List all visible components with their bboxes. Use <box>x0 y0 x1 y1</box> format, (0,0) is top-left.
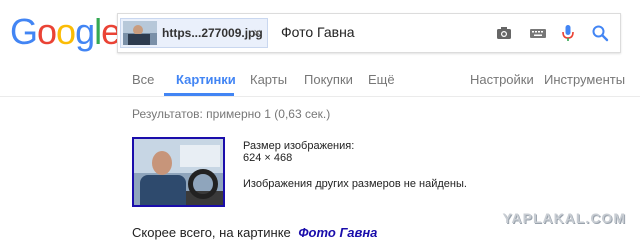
image-query-chip[interactable]: https...277009.jpg × <box>120 18 268 48</box>
active-tab-indicator <box>164 93 234 96</box>
results-stats: Результатов: примерно 1 (0,63 сек.) <box>132 107 331 121</box>
image-size-value: 624 × 468 <box>243 152 293 164</box>
tab-images[interactable]: Картинки <box>176 72 236 87</box>
best-guess-link[interactable]: Фото Гавна <box>298 225 377 240</box>
search-input[interactable]: Фото Гавна <box>281 24 355 40</box>
logo-letter: o <box>37 11 57 52</box>
no-other-sizes-text: Изображения других размеров не найдены. <box>243 178 467 190</box>
image-size-info: Размер изображения: 624 × 468 <box>243 140 354 164</box>
tab-all[interactable]: Все <box>132 72 154 87</box>
camera-icon[interactable] <box>494 23 514 43</box>
search-box[interactable]: https...277009.jpg × Фото Гавна <box>117 13 621 53</box>
tab-maps[interactable]: Карты <box>250 72 287 87</box>
logo-letter: o <box>56 11 76 52</box>
search-header: Google https...277009.jpg × Фото Гавна В… <box>0 0 640 97</box>
result-image-thumbnail[interactable] <box>132 137 225 207</box>
close-icon[interactable]: × <box>253 25 261 40</box>
tab-more[interactable]: Ещё <box>368 72 395 87</box>
watermark: YAPLAKAL.COM <box>502 210 626 226</box>
search-tabs: Все Картинки Карты Покупки Ещё Настройки… <box>0 60 640 96</box>
tab-settings[interactable]: Настройки <box>470 72 534 87</box>
tab-tools[interactable]: Инструменты <box>544 72 625 87</box>
google-logo[interactable]: Google <box>10 11 121 52</box>
image-query-filename: https...277009.jpg <box>162 26 263 40</box>
search-icon[interactable] <box>590 23 610 43</box>
logo-letter: g <box>75 11 95 52</box>
microphone-icon[interactable] <box>558 23 578 43</box>
logo-letter: l <box>94 11 102 52</box>
tab-shopping[interactable]: Покупки <box>304 72 353 87</box>
image-query-thumbnail <box>123 21 157 45</box>
keyboard-icon[interactable] <box>528 23 548 43</box>
logo-letter: G <box>10 11 38 52</box>
best-guess: Скорее всего, на картинке Фото Гавна <box>132 225 377 240</box>
image-size-label: Размер изображения: <box>243 140 355 152</box>
best-guess-prefix: Скорее всего, на картинке <box>132 225 291 240</box>
